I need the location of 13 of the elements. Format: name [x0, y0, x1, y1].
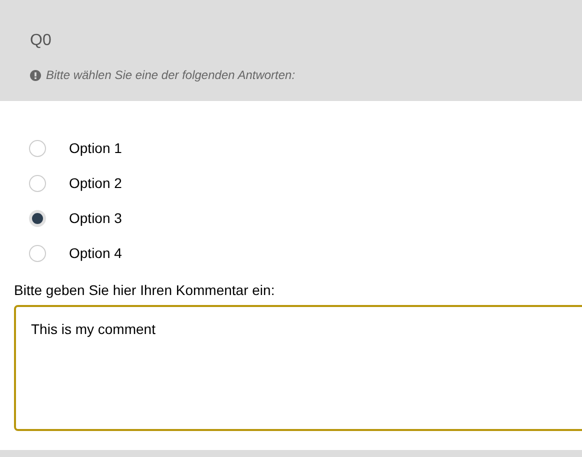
- radio-button[interactable]: [29, 244, 46, 262]
- radio-button[interactable]: [29, 210, 46, 226]
- comment-label: Bitte geben Sie hier Ihren Kommentar ein:: [14, 281, 276, 299]
- option-label[interactable]: Option 3: [69, 208, 122, 228]
- radio-button[interactable]: [29, 174, 46, 192]
- comment-field[interactable]: This is my comment: [14, 305, 582, 431]
- option-label[interactable]: Option 2: [69, 172, 122, 194]
- option-label[interactable]: Option 1: [69, 138, 122, 158]
- radio-button[interactable]: [29, 140, 46, 156]
- option-label[interactable]: Option 4: [69, 242, 122, 264]
- question-title: Q0: [30, 31, 52, 51]
- question-hint: Bitte wählen Sie eine der folgenden Antworten:: [46, 67, 296, 84]
- exclamation-icon: [30, 70, 41, 80]
